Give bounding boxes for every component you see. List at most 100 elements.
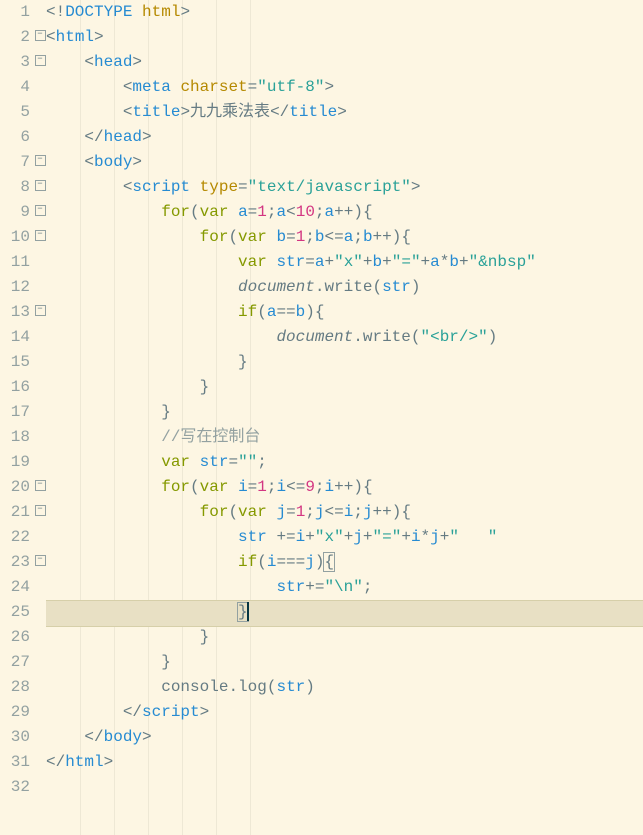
code-line[interactable]: <title>九九乘法表</title> [46,100,643,125]
line-number: 5 [0,100,30,125]
line-number: 12 [0,275,30,300]
fold-marker[interactable]: − [34,50,46,75]
line-number-column: 1234567891011121314151617181920212223242… [0,0,34,835]
code-line[interactable]: var str=""; [46,450,643,475]
code-line[interactable]: <script type="text/javascript"> [46,175,643,200]
code-line[interactable]: if(a==b){ [46,300,643,325]
fold-marker[interactable]: − [34,175,46,200]
code-line[interactable]: for(var b=1;b<=a;b++){ [46,225,643,250]
fold-marker [34,450,46,475]
fold-marker [34,125,46,150]
code-area[interactable]: <!DOCTYPE html><html> <head> <meta chars… [46,0,643,835]
line-number: 24 [0,575,30,600]
line-number: 15 [0,350,30,375]
line-number: 32 [0,775,30,800]
line-number: 14 [0,325,30,350]
code-line[interactable]: str +=i+"x"+j+"="+i*j+" " [46,525,643,550]
code-line[interactable]: document.write("<br/>") [46,325,643,350]
collapse-icon[interactable]: − [35,480,46,491]
line-number: 28 [0,675,30,700]
line-number: 8 [0,175,30,200]
fold-marker [34,0,46,25]
collapse-icon[interactable]: − [35,305,46,316]
line-number: 1 [0,0,30,25]
code-line[interactable]: if(i===j){ [46,550,643,575]
line-number: 9 [0,200,30,225]
fold-marker [34,775,46,800]
fold-marker [34,400,46,425]
line-number: 16 [0,375,30,400]
code-line[interactable]: </head> [46,125,643,150]
line-number: 22 [0,525,30,550]
line-number: 17 [0,400,30,425]
code-line[interactable]: str+="\n"; [46,575,643,600]
fold-column: − − − − − − − − − − [34,0,46,835]
fold-marker [34,725,46,750]
fold-marker[interactable]: − [34,25,46,50]
fold-marker [34,675,46,700]
code-line[interactable]: </html> [46,750,643,775]
code-editor[interactable]: 1234567891011121314151617181920212223242… [0,0,643,835]
line-number: 3 [0,50,30,75]
collapse-icon[interactable]: − [35,205,46,216]
line-number: 2 [0,25,30,50]
line-number: 19 [0,450,30,475]
fold-marker [34,650,46,675]
line-number: 21 [0,500,30,525]
line-number: 23 [0,550,30,575]
line-number: 18 [0,425,30,450]
code-line[interactable]: //写在控制台 [46,425,643,450]
fold-marker[interactable]: − [34,475,46,500]
code-line[interactable]: console.log(str) [46,675,643,700]
code-line[interactable]: for(var j=1;j<=i;j++){ [46,500,643,525]
code-line[interactable]: } [46,375,643,400]
fold-marker [34,425,46,450]
code-line[interactable]: </script> [46,700,643,725]
code-line[interactable]: } [46,625,643,650]
code-line[interactable]: var str=a+"x"+b+"="+a*b+"&nbsp" [46,250,643,275]
fold-marker[interactable]: − [34,200,46,225]
collapse-icon[interactable]: − [35,555,46,566]
collapse-icon[interactable]: − [35,505,46,516]
fold-marker[interactable]: − [34,225,46,250]
fold-marker [34,375,46,400]
code-line[interactable]: document.write(str) [46,275,643,300]
text-cursor [247,602,249,621]
code-line[interactable]: <body> [46,150,643,175]
line-number: 27 [0,650,30,675]
line-number: 7 [0,150,30,175]
line-number: 31 [0,750,30,775]
code-line[interactable]: <head> [46,50,643,75]
fold-marker [34,250,46,275]
code-line[interactable]: } [46,350,643,375]
fold-marker[interactable]: − [34,300,46,325]
code-line[interactable]: <!DOCTYPE html> [46,0,643,25]
collapse-icon[interactable]: − [35,155,46,166]
line-number: 25 [0,600,30,625]
collapse-icon[interactable]: − [35,230,46,241]
code-line[interactable]: } [46,400,643,425]
code-line[interactable]: for(var i=1;i<=9;i++){ [46,475,643,500]
line-number: 10 [0,225,30,250]
line-number: 29 [0,700,30,725]
code-line[interactable]: <meta charset="utf-8"> [46,75,643,100]
fold-marker[interactable]: − [34,150,46,175]
code-line[interactable]: for(var a=1;a<10;a++){ [46,200,643,225]
fold-marker[interactable]: − [34,500,46,525]
code-line[interactable]: } [46,650,643,675]
collapse-icon[interactable]: − [35,55,46,66]
fold-marker [34,625,46,650]
collapse-icon[interactable]: − [35,30,46,41]
collapse-icon[interactable]: − [35,180,46,191]
code-line[interactable] [46,775,643,800]
fold-marker [34,100,46,125]
code-line[interactable]: <html> [46,25,643,50]
code-line[interactable]: </body> [46,725,643,750]
line-number: 26 [0,625,30,650]
fold-marker [34,325,46,350]
line-number: 11 [0,250,30,275]
code-line[interactable]: } [46,600,643,625]
fold-marker [34,600,46,625]
fold-marker[interactable]: − [34,550,46,575]
fold-marker [34,525,46,550]
